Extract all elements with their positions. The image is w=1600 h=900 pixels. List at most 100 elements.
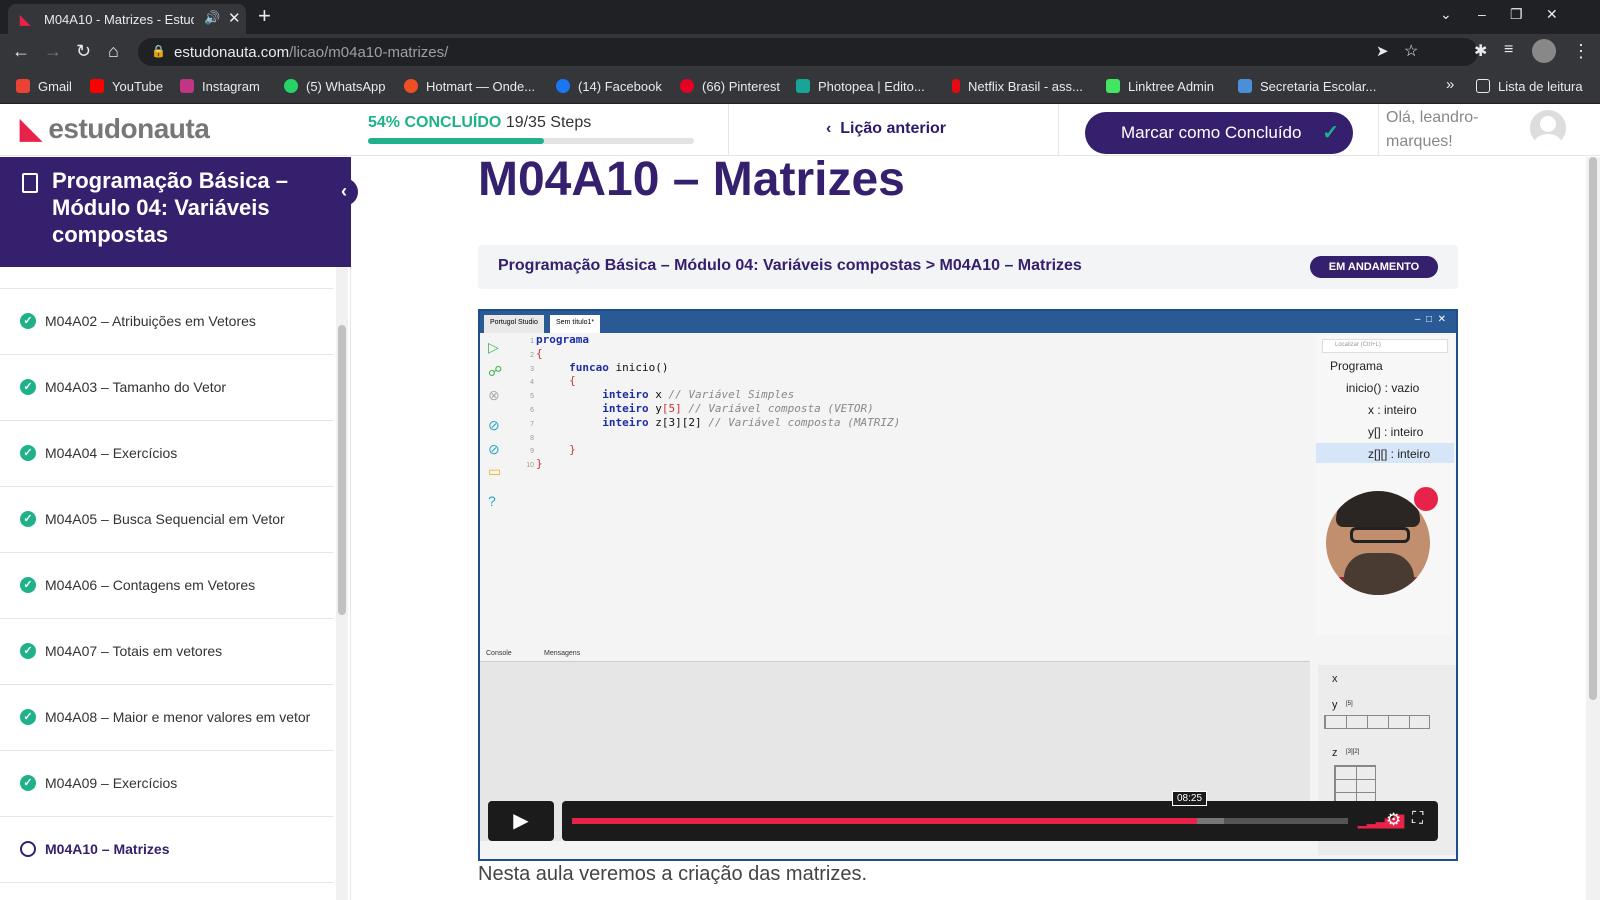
header-divider xyxy=(1378,104,1379,156)
menu-icon[interactable]: ⋮ xyxy=(1572,41,1590,62)
user-avatar[interactable] xyxy=(1530,110,1566,146)
facebook-icon xyxy=(556,79,570,93)
sidebar-scrollbar[interactable] xyxy=(336,267,348,900)
lesson-list: ✓ ✓ M04A02 – Atribuições em Vetores ✓ M04A… xyxy=(0,267,351,900)
bookmark-photopea[interactable]: Photopea | Edito... xyxy=(796,79,925,94)
collapse-sidebar-button[interactable]: ‹ xyxy=(330,178,358,206)
linktree-icon xyxy=(1106,79,1120,93)
bookmark-netflix[interactable]: Netflix Brasil - ass... xyxy=(952,79,1083,94)
bookmark-hotmart[interactable]: Hotmart — Onde... xyxy=(404,79,535,94)
tree-search: Localizar (Ctrl+L) xyxy=(1322,339,1448,353)
lesson-item[interactable]: ✓ M04A06 – Contagens em Vetores xyxy=(0,553,333,619)
more-bookmarks-icon[interactable]: » xyxy=(1446,76,1454,93)
bookmark-pinterest[interactable]: (66) Pinterest xyxy=(680,79,780,94)
var-dims: [3][2] xyxy=(1346,749,1360,755)
lesson-item[interactable]: ✓ xyxy=(0,267,333,289)
breadcrumb: Programação Básica – Módulo 04: Variávei… xyxy=(478,245,1458,289)
lesson-item[interactable]: ✓ M04A04 – Exercícios xyxy=(0,421,333,487)
bookmark-secretaria[interactable]: Secretaria Escolar... xyxy=(1238,79,1376,94)
secretaria-icon xyxy=(1238,79,1252,93)
hotmart-icon xyxy=(404,79,418,93)
code-editor: programa { funcao inicio() { inteiro x /… xyxy=(536,333,901,471)
lesson-item[interactable]: ✓ M04A07 – Totais em vetores xyxy=(0,619,333,685)
previous-lesson-link[interactable]: ‹ Lição anterior xyxy=(826,120,946,138)
fullscreen-icon[interactable]: ⛶ xyxy=(1412,810,1423,828)
audio-playing-icon[interactable]: 🔊 xyxy=(204,10,220,26)
mark-complete-button[interactable]: Marcar como Concluído ✓ xyxy=(1085,112,1353,154)
bookmark-youtube[interactable]: YouTube xyxy=(90,79,163,94)
settings-gear-icon[interactable]: ⚙ xyxy=(1386,810,1401,830)
page-scroll-thumb[interactable] xyxy=(1589,157,1597,700)
lock-icon: 🔒 xyxy=(151,44,166,58)
url-text: estudonauta.com/licao/m04a10-matrizes/ xyxy=(174,44,449,61)
extensions-icon[interactable]: ✱ xyxy=(1474,41,1487,61)
bookmark-whatsapp[interactable]: (5) WhatsApp xyxy=(284,79,385,94)
video-timeline[interactable]: 08:25 ▁▂▃▅▇ ⚙ ⛶ xyxy=(562,791,1438,841)
lesson-item[interactable]: ✓ M04A02 – Atribuições em Vetores xyxy=(0,289,333,355)
reading-list-icon xyxy=(1476,79,1490,93)
lesson-item[interactable]: ✓ M04A09 – Exercícios xyxy=(0,751,333,817)
bookmark-facebook[interactable]: (14) Facebook xyxy=(556,79,662,94)
bookmark-gmail[interactable]: Gmail xyxy=(16,79,72,94)
profile-avatar[interactable] xyxy=(1532,39,1556,63)
bookmark-instagram[interactable]: Instagram xyxy=(180,79,260,94)
forward-icon[interactable]: → xyxy=(44,41,62,62)
lesson-item[interactable]: ✓ M04A08 – Maior e menor valores em vetor xyxy=(0,685,333,751)
estudonauta-favicon-icon: ◣ xyxy=(20,12,30,27)
media-queue-icon[interactable]: ≡ xyxy=(1504,41,1513,59)
link2-icon: ⊘ xyxy=(488,441,500,457)
instructor-hair xyxy=(1336,491,1420,527)
bookmark-linktree[interactable]: Linktree Admin xyxy=(1106,79,1214,94)
var-dims: [5] xyxy=(1346,701,1353,707)
restore-icon[interactable]: ❐ xyxy=(1510,6,1523,23)
check-circle-icon: ✓ xyxy=(20,709,36,725)
play-button[interactable]: ▶ xyxy=(488,801,554,841)
instagram-icon xyxy=(180,79,194,93)
check-circle-icon: ✓ xyxy=(20,511,36,527)
timeline-played xyxy=(572,818,1198,824)
line-numbers: 1 2 3 4 5 6 7 8 9 10 xyxy=(526,338,534,470)
new-tab-icon[interactable]: + xyxy=(258,3,271,29)
run-icon: ▷ xyxy=(488,339,499,355)
back-icon[interactable]: ← xyxy=(12,41,30,62)
home-icon[interactable]: ⌂ xyxy=(108,41,119,62)
var-label: z xyxy=(1332,747,1338,759)
tab-search-icon[interactable]: ⌄ xyxy=(1440,6,1452,23)
lesson-item[interactable]: ✓ M04A05 – Busca Sequencial em Vetor xyxy=(0,487,333,553)
lesson-item-current[interactable]: M04A10 – Matrizes xyxy=(0,817,333,883)
lesson-label: M04A05 – Busca Sequencial em Vetor xyxy=(45,511,285,527)
progress-bar xyxy=(368,138,694,144)
tree-node: Programa xyxy=(1330,359,1383,373)
empty-circle-icon xyxy=(20,841,36,857)
address-bar[interactable]: 🔒 estudonauta.com/licao/m04a10-matrizes/… xyxy=(138,38,1478,66)
bookmark-star-icon[interactable]: ☆ xyxy=(1404,41,1418,61)
vector-grid xyxy=(1324,715,1430,729)
video-player[interactable]: Portugol Studio Sem título1* – □ ✕ ▷ ☍ ⊗… xyxy=(478,309,1458,861)
estudonauta-logo[interactable]: ◣ estudonauta xyxy=(20,112,210,145)
lesson-label: M04A02 – Atribuições em Vetores xyxy=(45,313,256,329)
lesson-description: Nesta aula veremos a criação das matrize… xyxy=(478,863,868,885)
check-circle-icon: ✓ xyxy=(20,577,36,593)
close-tab-icon[interactable]: ✕ xyxy=(228,9,241,27)
check-circle-icon: ✓ xyxy=(20,379,36,395)
ide-toolbar: ▷ ☍ ⊗ ⊘ ⊘ ▭ ? xyxy=(480,335,510,635)
tab-title: M04A10 - Matrizes - Estudonauta xyxy=(44,12,194,27)
minimize-icon[interactable]: – xyxy=(1478,6,1486,22)
reload-icon[interactable]: ↻ xyxy=(76,41,91,62)
lesson-title: M04A10 – Matrizes xyxy=(478,153,905,206)
status-badge: EM ANDAMENTO xyxy=(1310,256,1438,278)
instructor-glasses xyxy=(1350,527,1410,543)
browser-tab[interactable]: ◣ M04A10 - Matrizes - Estudonauta 🔊 ✕ xyxy=(8,4,246,34)
page-scrollbar[interactable] xyxy=(1586,157,1600,900)
reading-list[interactable]: Lista de leitura xyxy=(1476,79,1583,94)
photopea-icon xyxy=(796,79,810,93)
send-icon[interactable]: ➤ xyxy=(1376,42,1389,60)
sidebar-scroll-thumb[interactable] xyxy=(338,325,346,615)
help-icon: ? xyxy=(488,493,496,509)
close-window-icon[interactable]: ✕ xyxy=(1546,6,1558,23)
lesson-item[interactable]: ✓ M04A03 – Tamanho do Vetor xyxy=(0,355,333,421)
check-icon: ✓ xyxy=(1322,122,1339,144)
lesson-label: M04A09 – Exercícios xyxy=(45,775,178,791)
tree-node: x : inteiro xyxy=(1368,403,1417,417)
breadcrumb-text[interactable]: Programação Básica – Módulo 04: Variávei… xyxy=(498,257,1082,275)
